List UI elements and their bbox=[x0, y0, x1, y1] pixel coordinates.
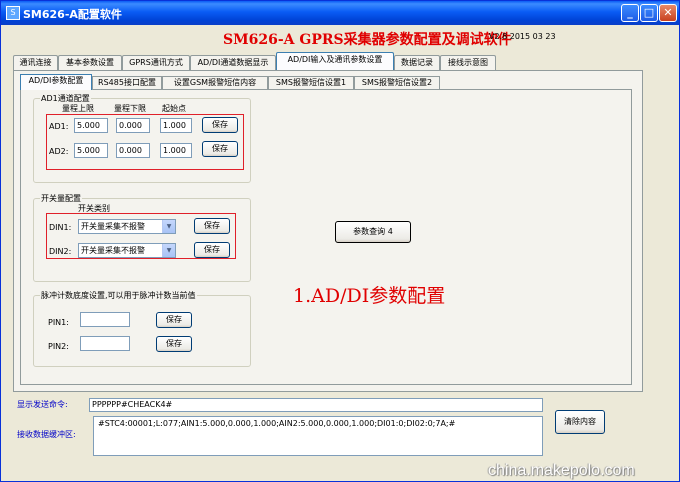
ad1-save-button[interactable]: 保存 bbox=[202, 117, 238, 133]
minimize-button[interactable]: _ bbox=[621, 4, 639, 22]
receive-buffer-textarea[interactable]: #STC4:00001;L:077;AIN1:5.000,0.000,1.000… bbox=[93, 416, 543, 456]
tab-addi-settings[interactable]: AD/DI输入及通讯参数设置 bbox=[276, 52, 394, 70]
ad1-lower-input[interactable]: 0.000 bbox=[116, 118, 150, 133]
din2-save-button[interactable]: 保存 bbox=[194, 242, 230, 258]
start-point-header: 起始点 bbox=[162, 104, 186, 113]
tab-basic-params[interactable]: 基本参数设置 bbox=[58, 55, 122, 70]
tab-wiring-diagram[interactable]: 接线示意图 bbox=[440, 55, 496, 70]
upper-limit-header: 量程上限 bbox=[62, 104, 94, 113]
din1-type-value: 开关量采集不报警 bbox=[81, 222, 145, 231]
din1-label: DIN1: bbox=[49, 223, 72, 232]
subtab-sms-alarm-2[interactable]: SMS报警短信设置2 bbox=[354, 76, 440, 90]
switch-group: 开关量配置 开关类别 DIN1: 开关量采集不报警 ▼ 保存 DIN2: 开关量… bbox=[33, 193, 251, 282]
pin1-input[interactable] bbox=[80, 312, 130, 327]
din2-type-value: 开关量采集不报警 bbox=[81, 246, 145, 255]
section-annotation: 1.AD/DI参数配置 bbox=[293, 285, 446, 307]
ad2-start-input[interactable]: 1.000 bbox=[160, 143, 192, 158]
tab-addi-display[interactable]: AD/DI通道数据显示 bbox=[190, 55, 276, 70]
ad1-label: AD1: bbox=[49, 122, 69, 131]
ad1-upper-input[interactable]: 5.000 bbox=[74, 118, 108, 133]
pin2-label: PIN2: bbox=[48, 342, 69, 351]
app-icon: S bbox=[6, 6, 20, 20]
din2-type-select[interactable]: 开关量采集不报警 ▼ bbox=[78, 243, 176, 258]
send-command-label: 显示发送命令: bbox=[17, 400, 68, 409]
param-query-button[interactable]: 参数查询 4 bbox=[335, 221, 411, 243]
ad2-lower-input[interactable]: 0.000 bbox=[116, 143, 150, 158]
din1-save-button[interactable]: 保存 bbox=[194, 218, 230, 234]
din1-type-select[interactable]: 开关量采集不报警 ▼ bbox=[78, 219, 176, 234]
watermark: china.makepolo.com bbox=[488, 462, 635, 479]
receive-buffer-label: 接收数据缓冲区: bbox=[17, 430, 76, 439]
window-title: SM626-A配置软件 bbox=[23, 8, 122, 21]
pin1-label: PIN1: bbox=[48, 318, 69, 327]
subtab-addi-params[interactable]: AD/DI参数配置 bbox=[20, 74, 92, 90]
pin2-save-button[interactable]: 保存 bbox=[156, 336, 192, 352]
subtab-gsm-sms[interactable]: 设置GSM报警短信内容 bbox=[162, 76, 268, 90]
tab-panel: AD/DI参数配置 RS485接口配置 设置GSM报警短信内容 SMS报警短信设… bbox=[13, 70, 643, 392]
maximize-button[interactable]: □ bbox=[640, 4, 658, 22]
tab-connection[interactable]: 通讯连接 bbox=[13, 55, 58, 70]
close-button[interactable]: ✕ bbox=[659, 4, 677, 22]
ad2-label: AD2: bbox=[49, 147, 69, 156]
app-window: S SM626-A配置软件 _ □ ✕ SM626-A GPRS采集器参数配置及… bbox=[0, 0, 680, 482]
addi-params-panel: AD1通道配置 量程上限 量程下限 起始点 AD1: 5.000 0.000 1… bbox=[20, 89, 632, 385]
ad-channel-group: AD1通道配置 量程上限 量程下限 起始点 AD1: 5.000 0.000 1… bbox=[33, 93, 251, 183]
ad2-upper-input[interactable]: 5.000 bbox=[74, 143, 108, 158]
lower-limit-header: 量程下限 bbox=[114, 104, 146, 113]
din2-label: DIN2: bbox=[49, 247, 72, 256]
title-bar[interactable]: S SM626-A配置软件 _ □ ✕ bbox=[1, 1, 679, 25]
clear-content-button[interactable]: 清除内容 bbox=[555, 410, 605, 434]
pulse-group-title: 脉冲计数底度设置,可以用于脉冲计数当前值 bbox=[40, 290, 197, 301]
subtab-sms-alarm-1[interactable]: SMS报警短信设置1 bbox=[268, 76, 354, 90]
ad2-save-button[interactable]: 保存 bbox=[202, 141, 238, 157]
tab-gprs-mode[interactable]: GPRS通讯方式 bbox=[122, 55, 190, 70]
chevron-down-icon[interactable]: ▼ bbox=[162, 244, 175, 257]
send-command-field[interactable]: PPPPPP#CHEACK4# bbox=[89, 398, 543, 412]
chevron-down-icon[interactable]: ▼ bbox=[162, 220, 175, 233]
app-header-title: SM626-A GPRS采集器参数配置及调试软件 bbox=[223, 32, 512, 48]
pin2-input[interactable] bbox=[80, 336, 130, 351]
tab-data-log[interactable]: 数据记录 bbox=[394, 55, 440, 70]
pin1-save-button[interactable]: 保存 bbox=[156, 312, 192, 328]
ad1-start-input[interactable]: 1.000 bbox=[160, 118, 192, 133]
pulse-group: 脉冲计数底度设置,可以用于脉冲计数当前值 PIN1: 保存 PIN2: 保存 bbox=[33, 290, 251, 367]
subtab-rs485[interactable]: RS485接口配置 bbox=[92, 76, 162, 90]
switch-group-title: 开关量配置 bbox=[40, 193, 82, 204]
version-label: V2.8 2015 03 23 bbox=[489, 32, 556, 41]
